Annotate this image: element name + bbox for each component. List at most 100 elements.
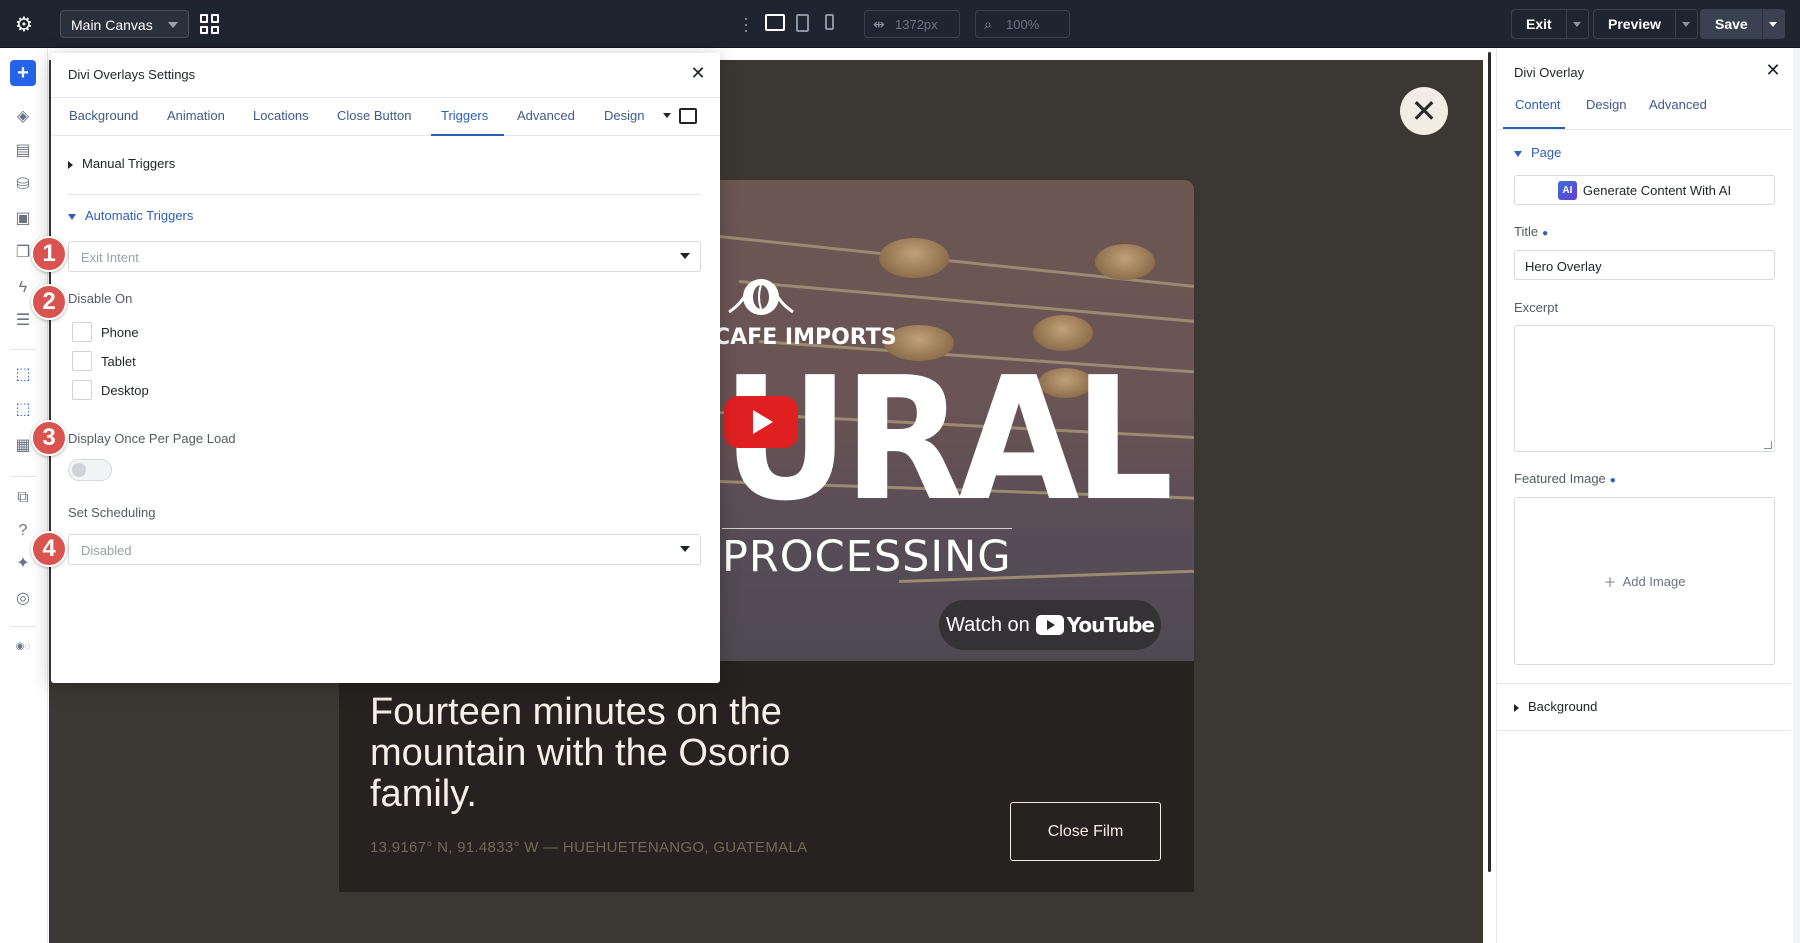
close-film-button[interactable]: Close Film xyxy=(1010,802,1161,861)
caret-right-icon xyxy=(1514,703,1519,712)
tab-design[interactable]: Design xyxy=(1586,97,1626,112)
preview-button[interactable]: Preview xyxy=(1593,9,1698,39)
overlay-close-icon[interactable]: ✕ xyxy=(1400,87,1448,135)
display-once-label: Display Once Per Page Load xyxy=(68,431,236,446)
tab-background[interactable]: Background xyxy=(69,108,138,123)
template-icon[interactable]: ▣ xyxy=(10,205,36,231)
exit-button[interactable]: Exit xyxy=(1511,9,1589,39)
tab-design[interactable]: Design xyxy=(604,108,644,123)
page-section-toggle[interactable]: Page xyxy=(1514,145,1561,160)
tab-triggers[interactable]: Triggers xyxy=(441,108,488,123)
display-once-toggle[interactable] xyxy=(68,459,112,481)
checkbox-phone-label: Phone xyxy=(101,325,139,340)
chevron-down-icon xyxy=(680,546,690,552)
trigger-type-select[interactable]: Exit Intent xyxy=(68,241,701,272)
checkbox-tablet[interactable] xyxy=(72,351,92,371)
automatic-triggers-toggle[interactable]: Automatic Triggers xyxy=(68,208,193,223)
close-icon[interactable]: ✕ xyxy=(1761,58,1785,82)
scheduling-select[interactable]: Disabled xyxy=(68,534,701,565)
checkbox-desktop[interactable] xyxy=(72,380,92,400)
modal-title: Divi Overlays Settings xyxy=(68,67,196,82)
modified-dot-icon: ● xyxy=(1542,228,1549,239)
save-button[interactable]: Save xyxy=(1700,9,1785,39)
step-marker-4: 4 xyxy=(31,531,67,567)
exit-label: Exit xyxy=(1526,16,1552,32)
canvas-scrollbar[interactable] xyxy=(1488,52,1491,872)
generate-ai-button[interactable]: AI Generate Content With AI xyxy=(1514,175,1775,205)
left-rail: + ◈ ▤ ⛁ ▣ ❐ ϟ ☰ ⬚ ⬚ ▦ ⧉ ? ✦ ◎ ◉◌ xyxy=(0,48,48,943)
zoom-field[interactable]: ⌕ 100% xyxy=(975,10,1070,38)
youtube-brand-label: YouTube xyxy=(1066,613,1155,637)
theme-toggle-icon[interactable]: ◉◌ xyxy=(10,633,36,659)
title-label-text: Title xyxy=(1514,224,1539,239)
library-icon[interactable]: ▤ xyxy=(10,137,36,163)
tab-animation[interactable]: Animation xyxy=(167,108,225,123)
preview-dropdown[interactable] xyxy=(1674,10,1697,38)
chevron-down-icon xyxy=(680,253,690,259)
modal-tabs: Background Animation Locations Close But… xyxy=(51,97,720,136)
zoom-icon: ⌕ xyxy=(984,16,992,32)
resize-handle-icon[interactable] xyxy=(1764,441,1772,449)
manual-triggers-label: Manual Triggers xyxy=(82,156,176,171)
panel-scrollbar[interactable] xyxy=(1793,48,1800,943)
add-icon[interactable]: + xyxy=(10,60,36,86)
tab-locations[interactable]: Locations xyxy=(253,108,309,123)
excerpt-field[interactable] xyxy=(1514,325,1775,452)
add-image-label: Add Image xyxy=(1622,573,1686,589)
top-toolbar: ⚙ Main Canvas · · · ⇹ 1372px ⌕ 100% Exit P… xyxy=(0,0,1800,48)
close-icon[interactable]: ✕ xyxy=(686,61,710,85)
preview-label: Preview xyxy=(1608,16,1661,32)
overlay-settings-icon[interactable]: ⬚ xyxy=(10,396,36,422)
caret-down-icon xyxy=(68,213,76,220)
caption-coordinates: 13.9167° N, 91.4833° W — HUEHUETENANGO, … xyxy=(370,839,808,856)
zoom-value: 100% xyxy=(1006,17,1040,32)
caret-right-icon xyxy=(68,160,73,169)
caption-headline: Fourteen minutes on the mountain with th… xyxy=(370,691,791,815)
grid-icon[interactable] xyxy=(200,14,220,34)
background-section-label: Background xyxy=(1528,699,1598,714)
database-icon[interactable]: ⛁ xyxy=(10,171,36,197)
expand-icon[interactable] xyxy=(679,108,697,124)
overlay-trigger-icon[interactable]: ⬚ xyxy=(10,361,36,387)
stack-icon[interactable]: ⧉ xyxy=(10,485,36,511)
exit-dropdown[interactable] xyxy=(1565,10,1588,38)
scheduling-label: Set Scheduling xyxy=(68,505,156,520)
featured-image-label: Featured Image ● xyxy=(1514,471,1616,486)
watch-on-label: Watch on xyxy=(946,613,1030,636)
manual-triggers-toggle[interactable]: Manual Triggers xyxy=(68,156,175,171)
chevron-down-icon xyxy=(168,22,178,28)
gear-icon[interactable]: ⚙ xyxy=(10,10,38,38)
align-icon[interactable]: ☰ xyxy=(10,307,36,333)
video-caption: Fourteen minutes on the mountain with th… xyxy=(339,661,1194,892)
checkbox-desktop-label: Desktop xyxy=(101,383,149,398)
tab-content[interactable]: Content xyxy=(1515,97,1561,112)
tab-advanced[interactable]: Advanced xyxy=(1649,97,1707,112)
chevron-down-icon[interactable] xyxy=(663,113,671,118)
divi-logo-icon[interactable]: ◎ xyxy=(10,585,36,611)
layers-icon[interactable]: ◈ xyxy=(10,103,36,129)
drag-handle-icon[interactable]: · · · xyxy=(743,9,749,39)
watch-on-youtube-button[interactable]: Watch on YouTube xyxy=(939,600,1161,650)
desktop-view-icon[interactable] xyxy=(765,14,785,31)
phone-view-icon[interactable] xyxy=(825,14,834,30)
cafe-imports-logo-icon xyxy=(728,279,794,315)
width-field[interactable]: ⇹ 1372px xyxy=(864,10,960,38)
save-dropdown[interactable] xyxy=(1761,10,1784,38)
page-section-label: Page xyxy=(1531,145,1562,160)
generate-ai-label: Generate Content With AI xyxy=(1582,182,1732,198)
overlay-settings-modal: Divi Overlays Settings ✕ Background Anim… xyxy=(51,53,720,683)
background-section-toggle[interactable]: Background xyxy=(1514,699,1597,714)
tablet-view-icon[interactable] xyxy=(796,14,809,32)
video-title-rule xyxy=(722,528,1012,529)
checkbox-tablet-label: Tablet xyxy=(101,354,136,369)
caret-down-icon xyxy=(1514,150,1522,157)
scheduling-value: Disabled xyxy=(81,543,132,558)
checkbox-phone[interactable] xyxy=(72,322,92,342)
video-play-button[interactable] xyxy=(724,396,798,448)
canvas-select[interactable]: Main Canvas xyxy=(60,10,189,38)
tab-close-button[interactable]: Close Button xyxy=(337,108,411,123)
featured-image-dropzone[interactable]: ＋ Add Image xyxy=(1514,497,1775,665)
step-marker-3: 3 xyxy=(31,420,67,456)
tab-advanced[interactable]: Advanced xyxy=(517,108,575,123)
title-field[interactable]: Hero Overlay xyxy=(1514,250,1775,280)
